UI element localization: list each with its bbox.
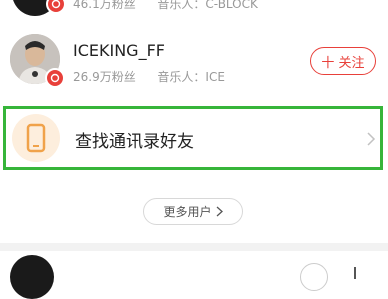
verified-badge-icon	[45, 68, 65, 88]
find-contacts-row[interactable]: 查找通讯录好友	[3, 106, 383, 170]
chevron-right-icon	[216, 206, 223, 217]
musician-name: ICE	[205, 70, 225, 84]
find-contacts-label: 查找通讯录好友	[75, 132, 194, 152]
user-row-cblock[interactable]: 46.1万粉丝 音乐人：C-BLOCK	[0, 0, 388, 24]
user-name: ICEKING_FF	[73, 41, 165, 60]
user-meta: 26.9万粉丝 音乐人：ICE	[73, 68, 225, 85]
musician-prefix: 音乐人：	[157, 70, 206, 84]
musician-name: C-BLOCK	[205, 0, 258, 11]
more-users-label: 更多用户	[163, 205, 212, 219]
followers-count: 26.9万粉丝	[73, 70, 136, 84]
phone-icon	[26, 123, 46, 153]
avatar	[10, 255, 54, 299]
contacts-icon-circle	[12, 114, 60, 162]
musician-prefix: 音乐人：	[157, 0, 206, 11]
chevron-right-icon	[367, 132, 376, 146]
followers-count: 46.1万粉丝	[73, 0, 136, 11]
verified-badge-icon	[46, 0, 66, 14]
user-meta: 46.1万粉丝 音乐人：C-BLOCK	[73, 0, 258, 12]
next-section-peek	[0, 251, 388, 299]
more-users-button[interactable]: 更多用户	[143, 198, 243, 225]
follow-button[interactable]: 十 关注	[310, 47, 376, 75]
section-divider	[0, 243, 388, 251]
more-icon[interactable]	[354, 267, 370, 279]
play-button-icon[interactable]	[300, 263, 328, 291]
